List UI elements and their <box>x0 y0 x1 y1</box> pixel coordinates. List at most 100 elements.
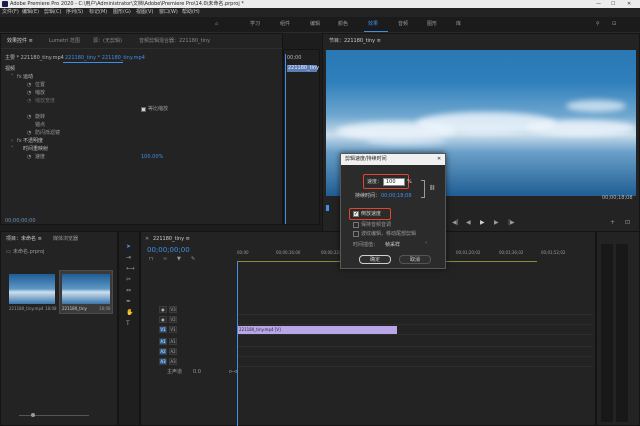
chevron-down-icon[interactable]: ˅ <box>425 243 428 248</box>
track-label-v1[interactable]: V1 <box>169 326 177 333</box>
tab-audio-clip-mixer[interactable]: 音频剪辑混合器：221180_tiny <box>139 39 210 44</box>
stopwatch-icon[interactable]: ◔ <box>27 83 31 88</box>
snap-icon[interactable]: ⊓ <box>149 257 153 262</box>
project-item-name[interactable]: 221180_tiny <box>62 307 87 311</box>
menu-file[interactable]: 文件(F) <box>2 10 19 15</box>
chevron-down-icon[interactable]: ˅ <box>11 147 14 152</box>
tab-lumetri-scopes[interactable]: Lumetri 范围 <box>49 39 80 44</box>
ripple-checkbox[interactable] <box>353 231 359 237</box>
add-marker-icon[interactable]: ▼ <box>177 257 181 262</box>
selection-tool-icon[interactable]: ➤ <box>126 244 131 250</box>
track-label-a3[interactable]: A3 <box>169 358 177 365</box>
track-label-v2[interactable]: V2 <box>169 316 177 323</box>
workspace-editing[interactable]: 编辑 <box>310 22 320 27</box>
workspace-audio[interactable]: 音频 <box>398 22 408 27</box>
track-source-v1[interactable]: V1 <box>159 326 167 333</box>
track-label-v3[interactable]: V3 <box>169 306 177 313</box>
track-source-a2[interactable]: A2 <box>159 348 167 355</box>
duration-value[interactable]: 00;00;18;08 <box>381 194 412 199</box>
ec-timecode[interactable]: 00;00;00;00 <box>5 219 36 224</box>
step-forward-frame-icon[interactable]: ▶ <box>494 220 499 226</box>
fx-opacity[interactable]: 不透明度 <box>23 139 43 144</box>
settings-wrench-icon[interactable]: ✎ <box>191 257 195 262</box>
menu-window[interactable]: 窗口(W) <box>159 10 178 15</box>
menu-graphics[interactable]: 图形(G) <box>113 10 131 15</box>
minimize-button[interactable]: — <box>596 1 601 7</box>
track-label-a2[interactable]: A2 <box>169 348 177 355</box>
speed-input[interactable]: 100 <box>383 178 405 186</box>
master-track-value[interactable]: 0.0 <box>193 370 201 375</box>
play-icon[interactable]: ▶ <box>480 220 485 226</box>
add-button-icon[interactable]: + <box>610 220 615 226</box>
workspace-effects[interactable]: 效果 <box>368 22 378 27</box>
menu-sequence[interactable]: 序列(S) <box>66 10 83 15</box>
project-item-name[interactable]: 221180_tiny.mp4 <box>9 307 44 311</box>
chain-link-icon[interactable]: ⛓ <box>429 186 435 191</box>
chevron-right-icon[interactable]: › <box>11 139 13 144</box>
project-item-thumbnail[interactable] <box>62 274 110 304</box>
sequence-clip-label[interactable]: 221180_tiny * 221180_tiny.mp4 <box>65 56 145 61</box>
tab-effect-controls[interactable]: 效果控件 ≡ <box>7 39 33 44</box>
dialog-close-icon[interactable]: ✕ <box>437 157 441 162</box>
track-source-a3[interactable]: A3 <box>159 358 167 365</box>
menu-marker[interactable]: 标记(M) <box>89 10 107 15</box>
maximize-button[interactable]: ☐ <box>611 1 615 7</box>
zoom-slider-handle[interactable] <box>31 413 35 417</box>
chevron-down-icon[interactable]: ˅ <box>11 75 14 80</box>
home-icon[interactable]: ⌂ <box>215 22 218 27</box>
menu-help[interactable]: 帮助(H) <box>182 10 200 15</box>
interp-select[interactable]: 帧采样 <box>385 243 400 248</box>
workspace-assembly[interactable]: 组件 <box>280 22 290 27</box>
close-icon[interactable]: ✕ <box>145 237 149 242</box>
ec-playhead[interactable] <box>285 54 286 224</box>
pen-tool-icon[interactable]: ✒ <box>126 299 131 305</box>
tab-program[interactable]: 节目：221180_tiny ≡ <box>329 39 381 44</box>
track-label-a1[interactable]: A1 <box>169 338 177 345</box>
razor-tool-icon[interactable]: ✂ <box>126 277 131 283</box>
menu-view[interactable]: 视图(V) <box>136 10 153 15</box>
timeline-playhead[interactable] <box>237 262 238 426</box>
track-target-v2[interactable]: ● <box>159 316 167 323</box>
fx-time-remapping[interactable]: 时间重映射 <box>23 147 48 152</box>
menu-clip[interactable]: 剪辑(C) <box>44 10 61 15</box>
project-item-thumbnail[interactable] <box>9 274 55 304</box>
fx-motion[interactable]: 运动 <box>23 75 33 80</box>
slip-tool-icon[interactable]: ⇔ <box>126 288 131 294</box>
stopwatch-icon[interactable]: ◔ <box>27 115 31 120</box>
keep-pitch-checkbox[interactable] <box>353 222 359 228</box>
stopwatch-icon[interactable]: ◔ <box>27 131 31 136</box>
track-select-tool-icon[interactable]: ⇥ <box>126 255 131 261</box>
step-back-icon[interactable]: ◀| <box>452 220 459 226</box>
video-clip[interactable]: 221180_tiny.mp4 [V] <box>237 326 397 334</box>
ripple-edit-tool-icon[interactable]: ⟷ <box>126 266 135 272</box>
track-target-v3[interactable]: ● <box>159 306 167 313</box>
cancel-button[interactable]: 取消 <box>399 255 431 264</box>
stopwatch-icon[interactable]: ◔ <box>27 155 31 160</box>
export-frame-icon[interactable]: ⊡ <box>625 220 630 226</box>
step-back-frame-icon[interactable]: ◀ <box>466 220 471 226</box>
type-tool-icon[interactable]: T <box>126 321 130 327</box>
linked-selection-icon[interactable]: ∞ <box>163 257 167 262</box>
notification-icon[interactable]: ⊡ <box>612 22 616 27</box>
hand-tool-icon[interactable]: ✋ <box>126 310 133 316</box>
close-button[interactable]: ✕ <box>627 1 631 7</box>
stopwatch-icon[interactable]: ◔ <box>27 99 31 104</box>
search-icon[interactable]: ⚲ <box>596 22 600 27</box>
workspace-libraries[interactable]: 库 <box>456 22 461 27</box>
zoom-slider[interactable] <box>19 415 89 416</box>
tab-source[interactable]: 源：(无剪辑) <box>93 39 122 44</box>
tab-project[interactable]: 项目：未命名 ≡ <box>6 237 42 242</box>
stopwatch-icon[interactable]: ◔ <box>27 91 31 96</box>
step-forward-icon[interactable]: |▶ <box>508 220 515 226</box>
ec-clip-bar[interactable]: 221180_tiny <box>287 65 319 72</box>
ok-button[interactable]: 确定 <box>359 255 391 264</box>
workspace-graphics[interactable]: 图形 <box>427 22 437 27</box>
workspace-color[interactable]: 颜色 <box>338 22 348 27</box>
uniform-scale-checkbox[interactable] <box>141 107 146 112</box>
reverse-checkbox[interactable]: ✓ <box>353 211 359 217</box>
tab-sequence[interactable]: 221180_tiny ≡ <box>153 237 190 242</box>
speed-value[interactable]: 100.00% <box>141 155 163 160</box>
track-source-a1[interactable]: A1 <box>159 338 167 345</box>
menu-edit[interactable]: 编辑(E) <box>22 10 39 15</box>
program-playhead[interactable] <box>326 205 329 211</box>
